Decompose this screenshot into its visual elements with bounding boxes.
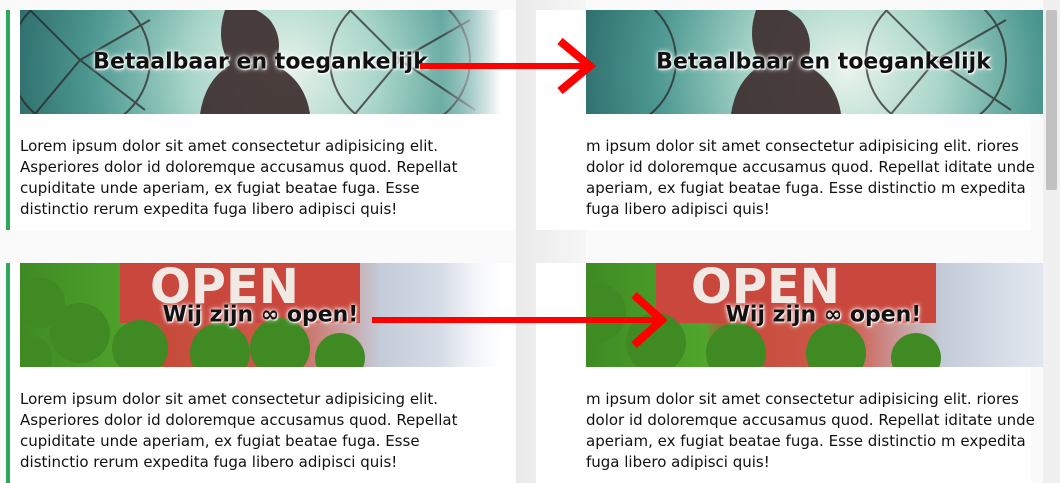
card-text: m ipsum dolor sit amet consectetur adipi… xyxy=(586,137,1035,218)
card-text: m ipsum dolor sit amet consectetur adipi… xyxy=(586,390,1035,471)
card-text: Lorem ipsum dolor sit amet consectetur a… xyxy=(20,137,458,218)
vertical-scrollbar[interactable] xyxy=(1043,0,1060,483)
card-banner-image: Betaalbaar en toegankelijk xyxy=(586,10,1060,114)
arrow-right-icon xyxy=(420,37,597,95)
arrow-right-icon xyxy=(372,292,667,348)
card-text: Lorem ipsum dolor sit amet consectetur a… xyxy=(20,390,458,471)
feature-card-1-preview: Betaalbaar en toegankelijk m ipsum dolor… xyxy=(536,10,1060,230)
card-title: Betaalbaar en toegankelijk xyxy=(656,49,991,75)
scrollbar-thumb[interactable] xyxy=(1046,10,1057,190)
